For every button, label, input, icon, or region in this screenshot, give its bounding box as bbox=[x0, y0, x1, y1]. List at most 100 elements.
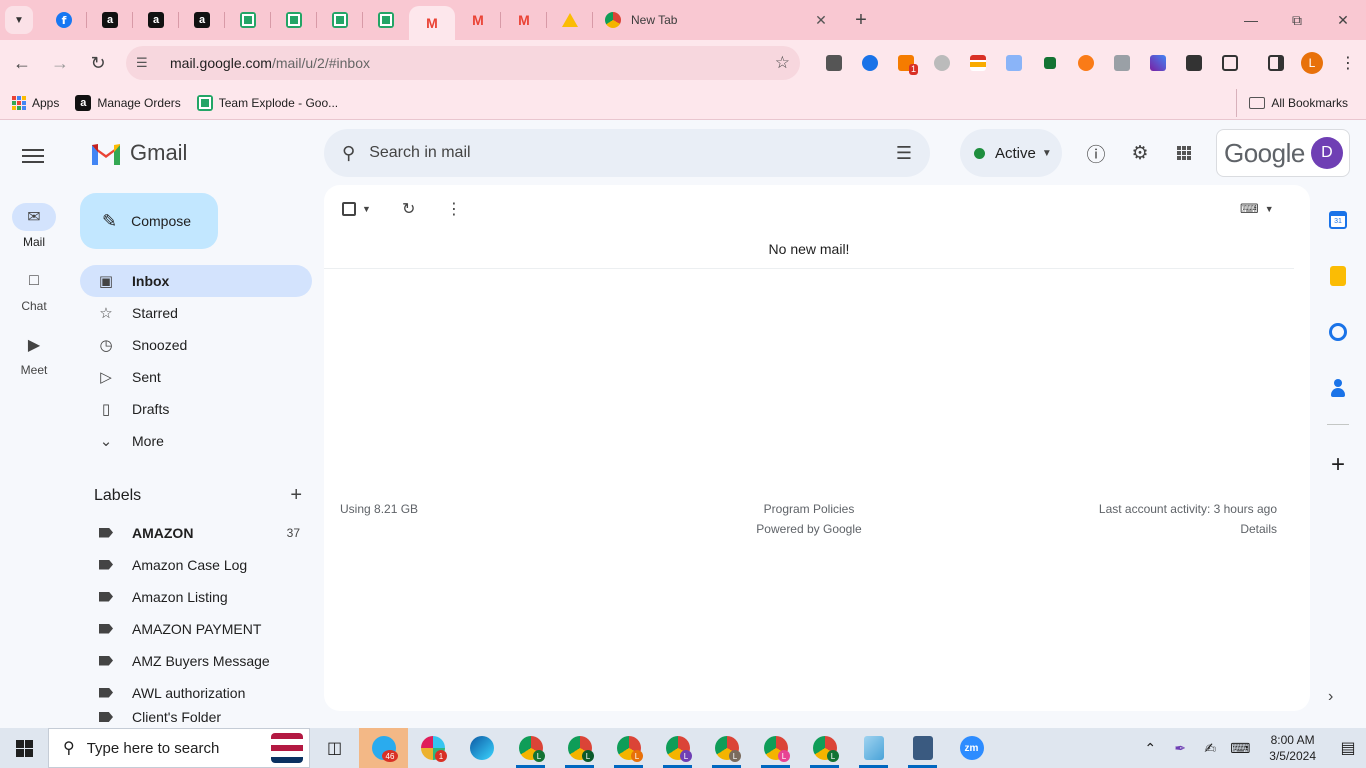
taskbar-search[interactable]: ⚲ Type here to search bbox=[48, 728, 310, 768]
search-icon[interactable]: ⚲ bbox=[342, 143, 355, 164]
search-options-icon[interactable]: ☰ bbox=[896, 143, 912, 164]
chrome-app[interactable]: L bbox=[653, 728, 702, 768]
calculator-app[interactable] bbox=[898, 728, 947, 768]
telegram-app[interactable]: 46 bbox=[359, 728, 408, 768]
label-amazon-payment[interactable]: AMAZON PAYMENT bbox=[80, 613, 312, 645]
calendar-button[interactable]: 31 bbox=[1318, 200, 1358, 240]
side-panel-icon[interactable] bbox=[1258, 47, 1294, 79]
bookmark-team-explode[interactable]: Team Explode - Goo... bbox=[189, 89, 346, 117]
extension-icon[interactable] bbox=[960, 47, 996, 79]
windows-start-icon[interactable] bbox=[0, 728, 48, 768]
extension-icon[interactable] bbox=[1140, 47, 1176, 79]
gmail-logo[interactable]: Gmail bbox=[90, 140, 187, 166]
chrome-app[interactable]: L bbox=[506, 728, 555, 768]
close-window-icon[interactable]: ✕ bbox=[1320, 0, 1366, 40]
profile-button[interactable]: L bbox=[1294, 47, 1330, 79]
globe-extension-icon[interactable] bbox=[924, 47, 960, 79]
rail-meet[interactable]: ▶ Meet bbox=[0, 331, 68, 377]
extension-off-icon[interactable] bbox=[816, 47, 852, 79]
nav-sent[interactable]: ▷ Sent bbox=[80, 361, 312, 393]
input-tools-button[interactable]: ⌨ ▼ bbox=[1240, 199, 1274, 219]
label-amazon[interactable]: AMAZON 37 bbox=[80, 517, 312, 549]
all-bookmarks[interactable]: All Bookmarks bbox=[1236, 88, 1356, 117]
tab-gmail-2[interactable]: M bbox=[455, 0, 501, 40]
tab-amazon-2[interactable]: a bbox=[133, 0, 179, 40]
gear-icon[interactable]: ⚙ bbox=[1126, 139, 1154, 167]
tab-sheets-1[interactable] bbox=[225, 0, 271, 40]
mail-search[interactable]: ⚲ ☰ bbox=[324, 129, 930, 177]
apps-grid-icon[interactable] bbox=[1170, 139, 1198, 167]
nav-drafts[interactable]: ▯ Drafts bbox=[80, 393, 312, 425]
tab-amazon-1[interactable]: a bbox=[87, 0, 133, 40]
pen-workspace-icon[interactable]: ✍ bbox=[1195, 740, 1225, 757]
tab-gmail-active[interactable]: M bbox=[409, 6, 455, 40]
rail-mail[interactable]: ✉ Mail bbox=[0, 203, 68, 249]
notepad-app[interactable] bbox=[849, 728, 898, 768]
nav-snoozed[interactable]: ◷ Snoozed bbox=[80, 329, 312, 361]
tasks-button[interactable] bbox=[1318, 312, 1358, 352]
notifications-icon[interactable]: ▤ bbox=[1330, 738, 1366, 758]
clock[interactable]: 8:00 AM 3/5/2024 bbox=[1255, 732, 1330, 764]
nav-inbox[interactable]: ▣ Inbox bbox=[80, 265, 312, 297]
chrome-app[interactable]: L bbox=[702, 728, 751, 768]
address-bar[interactable]: ☰ mail.google.com/mail/u/2/#inbox ☆ bbox=[126, 46, 800, 80]
bookmark-manage-orders[interactable]: a Manage Orders bbox=[67, 89, 188, 117]
account-switcher[interactable]: Google D bbox=[1216, 129, 1350, 177]
chrome-app[interactable]: L bbox=[555, 728, 604, 768]
chevron-up-icon[interactable]: ⌃ bbox=[1135, 740, 1165, 757]
edge-app[interactable] bbox=[457, 728, 506, 768]
label-amazon-listing[interactable]: Amazon Listing bbox=[80, 581, 312, 613]
label-clients-folder[interactable]: Client's Folder bbox=[80, 709, 312, 723]
forward-icon[interactable]: → bbox=[44, 47, 76, 79]
nav-more[interactable]: ⌄ More bbox=[80, 425, 312, 457]
help-icon[interactable]: ⓘ bbox=[1082, 139, 1110, 167]
chrome-app[interactable]: L bbox=[604, 728, 653, 768]
chevron-down-icon[interactable]: ▼ bbox=[362, 204, 371, 214]
url-text[interactable]: mail.google.com/mail/u/2/#inbox bbox=[170, 55, 775, 71]
status-selector[interactable]: Active ▼ bbox=[960, 129, 1062, 177]
tab-sheets-4[interactable] bbox=[363, 0, 409, 40]
chrome-app[interactable]: L bbox=[751, 728, 800, 768]
restore-icon[interactable]: ⧉ bbox=[1274, 0, 1320, 40]
extension-icon[interactable] bbox=[1032, 47, 1068, 79]
tab-gmail-3[interactable]: M bbox=[501, 0, 547, 40]
back-icon[interactable]: ← bbox=[6, 47, 38, 79]
pen-icon[interactable]: ✒ bbox=[1165, 740, 1195, 757]
zoom-app[interactable]: zm bbox=[947, 728, 996, 768]
add-label-icon[interactable]: + bbox=[290, 484, 302, 507]
site-settings-icon[interactable]: ☰ bbox=[136, 55, 160, 71]
tab-amazon-3[interactable]: a bbox=[179, 0, 225, 40]
contacts-button[interactable] bbox=[1318, 368, 1358, 408]
refresh-icon[interactable]: ↻ bbox=[402, 199, 415, 219]
search-input[interactable] bbox=[369, 144, 896, 162]
kebab-menu-icon[interactable]: ⋮ bbox=[1330, 47, 1366, 79]
new-tab-button[interactable]: + bbox=[847, 6, 875, 34]
extension-icon[interactable] bbox=[1068, 47, 1104, 79]
extension-icon[interactable] bbox=[852, 47, 888, 79]
main-menu-icon[interactable] bbox=[22, 145, 44, 167]
hide-side-panel-icon[interactable]: › bbox=[1328, 688, 1333, 706]
reload-icon[interactable]: ↻ bbox=[82, 47, 114, 79]
rail-chat[interactable]: □ Chat bbox=[0, 267, 68, 313]
slack-app[interactable]: 1 bbox=[408, 728, 457, 768]
tab-facebook[interactable]: f bbox=[41, 0, 87, 40]
tab-sheets-2[interactable] bbox=[271, 0, 317, 40]
select-all[interactable]: ▼ bbox=[342, 199, 371, 219]
bookmark-apps[interactable]: Apps bbox=[0, 89, 67, 117]
get-addons-icon[interactable]: + bbox=[1318, 445, 1358, 485]
details-link[interactable]: Details bbox=[1099, 519, 1277, 539]
tab-drive[interactable] bbox=[547, 0, 593, 40]
nav-starred[interactable]: ☆ Starred bbox=[80, 297, 312, 329]
compose-button[interactable]: ✎ Compose bbox=[80, 193, 218, 249]
extension-icon[interactable] bbox=[996, 47, 1032, 79]
keyboard-icon[interactable]: ⌨ bbox=[1225, 740, 1255, 757]
minimize-icon[interactable]: — bbox=[1228, 0, 1274, 40]
extension-icon[interactable] bbox=[1104, 47, 1140, 79]
qr-code-icon[interactable] bbox=[1176, 47, 1212, 79]
tab-search-button[interactable]: ▼ bbox=[5, 6, 33, 34]
bookmark-star-icon[interactable]: ☆ bbox=[775, 53, 790, 73]
extension-icon[interactable]: 1 bbox=[888, 47, 924, 79]
label-awl-authorization[interactable]: AWL authorization bbox=[80, 677, 312, 709]
puzzle-icon[interactable] bbox=[1212, 47, 1248, 79]
more-actions-icon[interactable]: ⋮ bbox=[446, 199, 462, 219]
